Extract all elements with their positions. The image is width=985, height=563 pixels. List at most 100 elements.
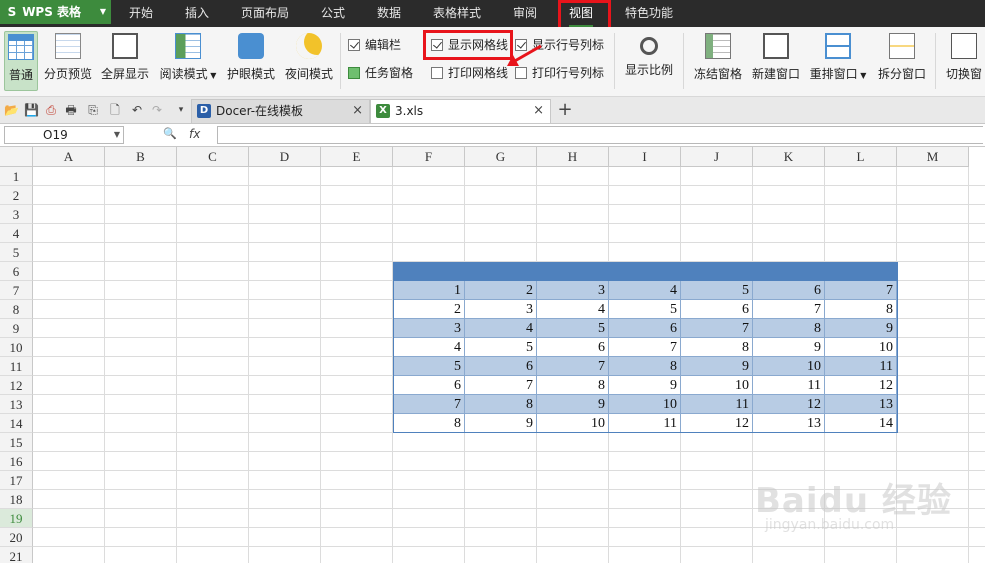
table-cell[interactable]: 10 <box>609 395 681 414</box>
table-cell[interactable]: 7 <box>393 395 465 414</box>
row-header-9[interactable]: 9 <box>0 319 33 338</box>
column-header-d[interactable]: D <box>249 147 321 167</box>
table-cell[interactable]: 9 <box>825 319 897 338</box>
export-pdf-icon[interactable]: ⎙ <box>44 103 58 117</box>
table-cell[interactable]: 8 <box>753 319 825 338</box>
column-header-f[interactable]: F <box>393 147 465 167</box>
row-header-6[interactable]: 6 <box>0 262 33 281</box>
table-cell[interactable]: 6 <box>465 357 537 376</box>
row-header-17[interactable]: 17 <box>0 471 33 490</box>
spreadsheet-grid[interactable]: A B C D E F G H I J K L M 1 2 3 4 5 6 7 8 9 10 11 12 13 14 15 16 17 18… <box>0 147 985 563</box>
table-cell[interactable]: 11 <box>609 414 681 433</box>
column-header-c[interactable]: C <box>177 147 249 167</box>
table-cell[interactable]: 6 <box>609 319 681 338</box>
row-header-2[interactable]: 2 <box>0 186 33 205</box>
table-cell[interactable]: 5 <box>681 281 753 300</box>
menu-tab-insert[interactable]: 插入 <box>185 0 209 27</box>
row-header-12[interactable]: 12 <box>0 376 33 395</box>
checkbox-formula-bar[interactable]: 编辑栏 <box>348 36 401 54</box>
table-cell[interactable]: 11 <box>681 395 753 414</box>
split-window-button[interactable]: 拆分窗口 <box>875 31 929 91</box>
reading-mode-button[interactable]: 阅读模式 ▼ <box>157 31 219 91</box>
table-cell[interactable]: 6 <box>753 281 825 300</box>
menu-tab-start[interactable]: 开始 <box>129 0 153 27</box>
table-cell[interactable]: 6 <box>537 338 609 357</box>
table-cell[interactable]: 11 <box>753 376 825 395</box>
table-cell[interactable]: 11 <box>825 357 897 376</box>
row-header-20[interactable]: 20 <box>0 528 33 547</box>
row-header-16[interactable]: 16 <box>0 452 33 471</box>
table-cell[interactable]: 8 <box>537 376 609 395</box>
table-cell[interactable]: 10 <box>825 338 897 357</box>
column-header-i[interactable]: I <box>609 147 681 167</box>
column-header-b[interactable]: B <box>105 147 177 167</box>
tab-3-xls[interactable]: X 3.xls × <box>370 99 551 123</box>
open-folder-icon[interactable]: 📂 <box>4 103 19 117</box>
table-cell[interactable]: 9 <box>681 357 753 376</box>
tab-docer-templates[interactable]: D Docer-在线模板 × <box>191 99 370 123</box>
menu-tab-table-style[interactable]: 表格样式 <box>433 0 481 27</box>
table-cell[interactable]: 5 <box>465 338 537 357</box>
insert-function-icon[interactable]: fx <box>189 127 200 141</box>
table-cell[interactable]: 4 <box>465 319 537 338</box>
menu-tab-review[interactable]: 审阅 <box>513 0 537 27</box>
table-cell[interactable]: 6 <box>681 300 753 319</box>
row-header-7[interactable]: 7 <box>0 281 33 300</box>
row-header-14[interactable]: 14 <box>0 414 33 433</box>
undo-icon[interactable]: ↶ <box>130 103 144 117</box>
eye-care-button[interactable]: 护眼模式 <box>225 31 277 91</box>
table-cell[interactable]: 9 <box>609 376 681 395</box>
checkbox-task-pane[interactable]: 任务窗格 <box>348 64 413 82</box>
column-header-k[interactable]: K <box>753 147 825 167</box>
print-preview-icon[interactable]: ⎘ <box>86 103 100 117</box>
fullscreen-button[interactable]: 全屏显示 <box>99 31 151 91</box>
row-header-13[interactable]: 13 <box>0 395 33 414</box>
table-cell[interactable]: 4 <box>609 281 681 300</box>
table-cell[interactable]: 9 <box>465 414 537 433</box>
more-icon[interactable]: ▾ <box>174 103 188 117</box>
table-cell[interactable]: 3 <box>537 281 609 300</box>
table-cell[interactable]: 3 <box>393 319 465 338</box>
table-header-band[interactable] <box>393 262 897 281</box>
print-icon[interactable]: 🖶 <box>64 103 78 117</box>
column-header-j[interactable]: J <box>681 147 753 167</box>
column-header-m[interactable]: M <box>897 147 969 167</box>
table-cell[interactable]: 10 <box>537 414 609 433</box>
app-menu-button[interactable]: S WPS 表格 ▼ <box>0 0 111 24</box>
zoom-formula-icon[interactable]: 🔍 <box>163 127 177 140</box>
table-cell[interactable]: 8 <box>609 357 681 376</box>
table-cell[interactable]: 8 <box>465 395 537 414</box>
redo-icon[interactable]: ↷ <box>150 103 164 117</box>
table-cell[interactable]: 7 <box>465 376 537 395</box>
table-cell[interactable]: 7 <box>537 357 609 376</box>
checkbox-show-headers[interactable]: 显示行号列标 <box>515 36 604 54</box>
checkbox-print-gridlines[interactable]: 打印网格线 <box>431 64 508 82</box>
menu-tab-page-layout[interactable]: 页面布局 <box>241 0 289 27</box>
menu-tab-view[interactable]: 视图 <box>569 0 594 27</box>
page-break-preview-button[interactable]: 分页预览 <box>42 31 94 91</box>
menu-tab-formula[interactable]: 公式 <box>321 0 345 27</box>
night-mode-button[interactable]: 夜间模式 <box>283 31 335 91</box>
preview-icon[interactable]: 🗋 <box>108 103 122 117</box>
formula-input[interactable] <box>217 126 983 144</box>
arrange-window-button[interactable]: 重排窗口 ▼ <box>807 31 869 91</box>
row-header-11[interactable]: 11 <box>0 357 33 376</box>
row-header-21[interactable]: 21 <box>0 547 33 563</box>
chevron-down-icon[interactable]: ▼ <box>114 127 120 143</box>
table-cell[interactable]: 13 <box>753 414 825 433</box>
table-cell[interactable]: 1 <box>393 281 465 300</box>
table-cell[interactable]: 12 <box>681 414 753 433</box>
row-header-4[interactable]: 4 <box>0 224 33 243</box>
row-header-18[interactable]: 18 <box>0 490 33 509</box>
row-header-10[interactable]: 10 <box>0 338 33 357</box>
table-cell[interactable]: 12 <box>753 395 825 414</box>
checkbox-show-gridlines[interactable]: 显示网格线 <box>431 36 508 54</box>
select-all-corner[interactable] <box>0 147 33 167</box>
table-cell[interactable]: 5 <box>537 319 609 338</box>
table-cell[interactable]: 3 <box>465 300 537 319</box>
table-cell[interactable]: 7 <box>825 281 897 300</box>
table-cell[interactable]: 8 <box>681 338 753 357</box>
column-header-h[interactable]: H <box>537 147 609 167</box>
column-header-a[interactable]: A <box>33 147 105 167</box>
column-header-g[interactable]: G <box>465 147 537 167</box>
